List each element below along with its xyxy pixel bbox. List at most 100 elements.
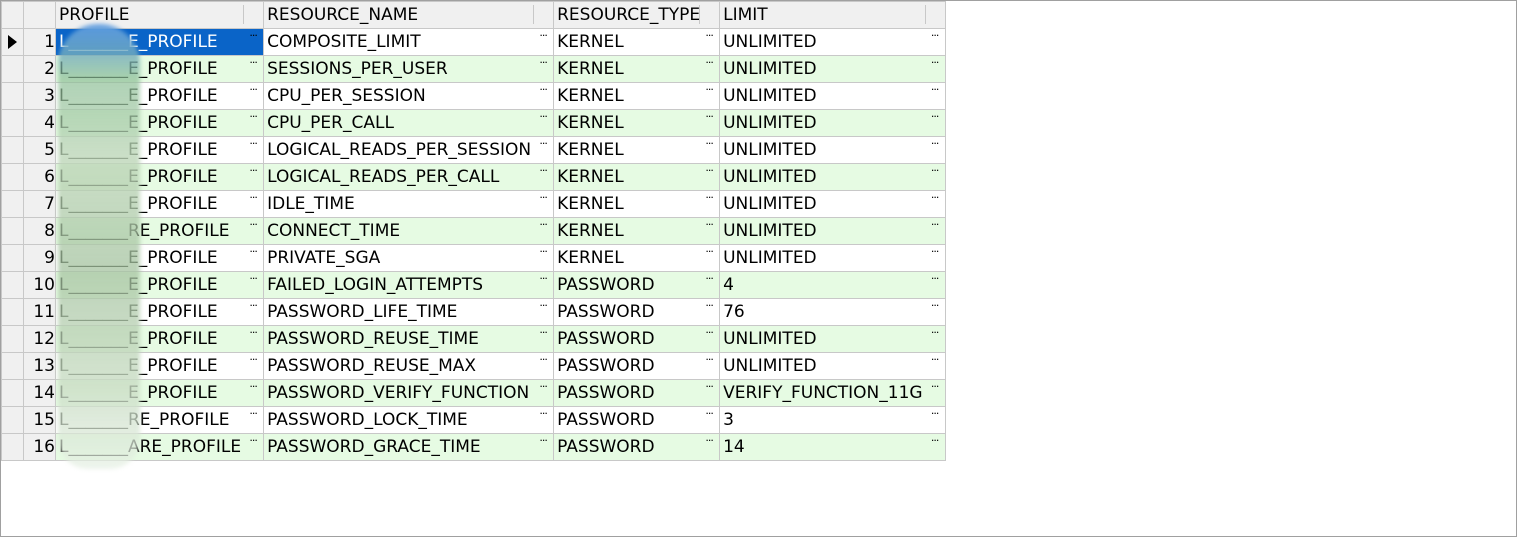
column-header-profile[interactable]: PROFILE (54, 1, 265, 29)
table-row[interactable]: 12 L_______E_PROFILE ··· PASSWORD_REUSE_TIM… (1, 325, 946, 353)
cell-profile[interactable]: L_______E_PROFILE ··· (54, 163, 265, 191)
cell-edit-button[interactable]: ··· (535, 381, 551, 395)
row-number[interactable]: 15 (23, 406, 56, 434)
cell-resource-type[interactable]: KERNEL ··· (553, 55, 721, 83)
cell-profile[interactable]: L_______ARE_PROFILE ··· (54, 433, 265, 461)
cell-edit-button[interactable]: ··· (927, 192, 943, 206)
cell-resource-name[interactable]: COMPOSITE_LIMIT ··· (263, 28, 555, 56)
row-number[interactable]: 10 (23, 271, 56, 299)
cell-profile[interactable]: L_______E_PROFILE ··· (54, 271, 265, 299)
column-header-limit[interactable]: LIMIT (719, 1, 946, 29)
cell-resource-type[interactable]: PASSWORD ··· (553, 379, 721, 407)
cell-resource-type[interactable]: KERNEL ··· (553, 163, 721, 191)
cell-edit-button[interactable]: ··· (701, 354, 717, 368)
cell-resource-type[interactable]: PASSWORD ··· (553, 406, 721, 434)
cell-edit-button[interactable]: ··· (927, 408, 943, 422)
cell-edit-button[interactable]: ··· (927, 327, 943, 341)
column-sort-button[interactable] (533, 5, 552, 24)
cell-edit-button[interactable]: ··· (245, 381, 261, 395)
cell-edit-button[interactable]: ··· (701, 57, 717, 71)
cell-profile[interactable]: L_______E_PROFILE ··· (54, 136, 265, 164)
cell-edit-button[interactable]: ··· (927, 138, 943, 152)
table-row[interactable]: 11 L_______E_PROFILE ··· PASSWORD_LIFE_TIME… (1, 298, 946, 326)
row-number[interactable]: 13 (23, 352, 56, 380)
cell-edit-button[interactable]: ··· (535, 138, 551, 152)
cell-edit-button[interactable]: ··· (245, 138, 261, 152)
row-indicator[interactable] (1, 352, 24, 380)
cell-edit-button[interactable]: ··· (245, 192, 261, 206)
cell-edit-button[interactable]: ··· (245, 273, 261, 287)
cell-edit-button[interactable]: ··· (245, 327, 261, 341)
cell-resource-name[interactable]: PASSWORD_LOCK_TIME ··· (263, 406, 555, 434)
cell-edit-button[interactable]: ··· (927, 381, 943, 395)
cell-edit-button[interactable]: ··· (701, 165, 717, 179)
cell-edit-button[interactable]: ··· (245, 435, 261, 449)
cell-resource-name[interactable]: LOGICAL_READS_PER_CALL ··· (263, 163, 555, 191)
cell-resource-name[interactable]: PASSWORD_LIFE_TIME ··· (263, 298, 555, 326)
row-number[interactable]: 7 (23, 190, 56, 218)
table-row[interactable]: 2 L_______E_PROFILE ··· SESSIONS_PER_USER ··… (1, 55, 946, 83)
cell-resource-type[interactable]: KERNEL ··· (553, 28, 721, 56)
cell-resource-type[interactable]: KERNEL ··· (553, 82, 721, 110)
cell-edit-button[interactable]: ··· (535, 273, 551, 287)
row-indicator[interactable] (1, 244, 24, 272)
cell-edit-button[interactable]: ··· (535, 300, 551, 314)
cell-edit-button[interactable]: ··· (927, 354, 943, 368)
cell-limit[interactable]: UNLIMITED ··· (719, 55, 946, 83)
cell-resource-type[interactable]: KERNEL ··· (553, 244, 721, 272)
cell-edit-button[interactable]: ··· (927, 219, 943, 233)
cell-profile[interactable]: L_______E_PROFILE ··· (54, 82, 265, 110)
cell-edit-button[interactable]: ··· (701, 192, 717, 206)
cell-limit[interactable]: UNLIMITED ··· (719, 82, 946, 110)
table-row[interactable]: 4 L_______E_PROFILE ··· CPU_PER_CALL ··· KERN… (1, 109, 946, 137)
cell-resource-type[interactable]: KERNEL ··· (553, 190, 721, 218)
column-sort-button[interactable] (699, 5, 718, 24)
cell-edit-button[interactable]: ··· (535, 408, 551, 422)
row-indicator[interactable] (1, 82, 24, 110)
table-row[interactable]: 8 L_______RE_PROFILE ··· CONNECT_TIME ··· KER… (1, 217, 946, 245)
cell-edit-button[interactable]: ··· (535, 111, 551, 125)
row-indicator[interactable] (1, 163, 24, 191)
cell-profile[interactable]: L_______E_PROFILE ··· (54, 298, 265, 326)
cell-resource-name[interactable]: PASSWORD_REUSE_TIME ··· (263, 325, 555, 353)
cell-edit-button[interactable]: ··· (927, 30, 943, 44)
table-row[interactable]: 1 L_______E_PROFILE ··· COMPOSITE_LIMIT ··· K… (1, 28, 946, 56)
cell-resource-type[interactable]: KERNEL ··· (553, 136, 721, 164)
cell-limit[interactable]: UNLIMITED ··· (719, 109, 946, 137)
cell-edit-button[interactable]: ··· (245, 165, 261, 179)
cell-limit[interactable]: UNLIMITED ··· (719, 217, 946, 245)
row-indicator[interactable] (1, 55, 24, 83)
cell-limit[interactable]: UNLIMITED ··· (719, 28, 946, 56)
cell-profile[interactable]: L_______E_PROFILE ··· (54, 379, 265, 407)
cell-edit-button[interactable]: ··· (701, 138, 717, 152)
cell-edit-button[interactable]: ··· (927, 273, 943, 287)
cell-edit-button[interactable]: ··· (701, 219, 717, 233)
cell-resource-type[interactable]: PASSWORD ··· (553, 433, 721, 461)
cell-edit-button[interactable]: ··· (245, 111, 261, 125)
cell-profile[interactable]: L_______E_PROFILE ··· (54, 55, 265, 83)
cell-profile[interactable]: L_______E_PROFILE ··· (54, 109, 265, 137)
cell-edit-button[interactable]: ··· (701, 381, 717, 395)
cell-edit-button[interactable]: ··· (535, 219, 551, 233)
column-header-resource-name[interactable]: RESOURCE_NAME (263, 1, 555, 29)
row-indicator[interactable] (1, 190, 24, 218)
cell-edit-button[interactable]: ··· (535, 30, 551, 44)
table-row[interactable]: 6 L_______E_PROFILE ··· LOGICAL_READS_PER_C… (1, 163, 946, 191)
cell-edit-button[interactable]: ··· (927, 165, 943, 179)
cell-edit-button[interactable]: ··· (701, 111, 717, 125)
cell-edit-button[interactable]: ··· (535, 57, 551, 71)
cell-profile[interactable]: L_______E_PROFILE ··· (54, 190, 265, 218)
cell-limit[interactable]: 3 ··· (719, 406, 946, 434)
column-sort-button[interactable] (243, 5, 262, 24)
row-number[interactable]: 12 (23, 325, 56, 353)
row-number[interactable]: 8 (23, 217, 56, 245)
table-row[interactable]: 9 L_______E_PROFILE ··· PRIVATE_SGA ··· KERNE… (1, 244, 946, 272)
cell-edit-button[interactable]: ··· (245, 219, 261, 233)
cell-profile[interactable]: L_______E_PROFILE ··· (54, 244, 265, 272)
cell-resource-name[interactable]: PASSWORD_GRACE_TIME ··· (263, 433, 555, 461)
cell-edit-button[interactable]: ··· (927, 57, 943, 71)
row-indicator[interactable] (1, 136, 24, 164)
table-row[interactable]: 13 L_______E_PROFILE ··· PASSWORD_REUSE_MAX… (1, 352, 946, 380)
cell-limit[interactable]: UNLIMITED ··· (719, 190, 946, 218)
cell-edit-button[interactable]: ··· (245, 300, 261, 314)
